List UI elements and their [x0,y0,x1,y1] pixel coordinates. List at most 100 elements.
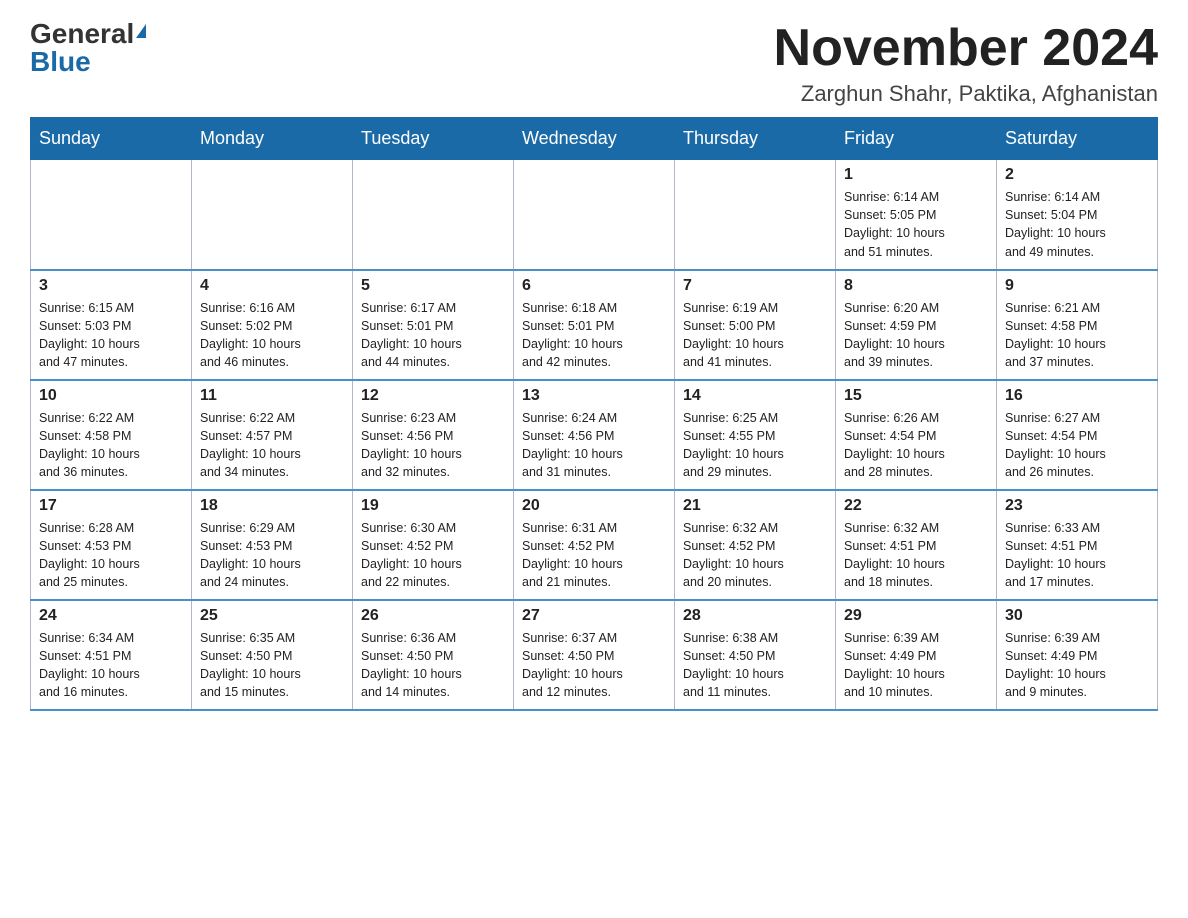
day-number: 12 [361,387,505,405]
day-number: 30 [1005,607,1149,625]
calendar-week-row: 17 Sunrise: 6:28 AM Sunset: 4:53 PM Dayli… [31,490,1158,600]
day-number: 7 [683,277,827,295]
month-title: November 2024 [774,20,1158,77]
calendar-cell: 29 Sunrise: 6:39 AM Sunset: 4:49 PM Dayli… [836,600,997,710]
day-sun-info: Sunrise: 6:27 AM Sunset: 4:54 PM Dayligh… [1005,409,1149,482]
calendar-cell: 9Sunrise: 6:21 AM Sunset: 4:58 PM Daylig… [997,270,1158,380]
calendar-cell: 12 Sunrise: 6:23 AM Sunset: 4:56 PM Dayli… [353,380,514,490]
calendar-cell: 22 Sunrise: 6:32 AM Sunset: 4:51 PM Dayli… [836,490,997,600]
calendar-week-row: 1 Sunrise: 6:14 AM Sunset: 5:05 PM Daylig… [31,160,1158,270]
calendar-cell: 17 Sunrise: 6:28 AM Sunset: 4:53 PM Dayli… [31,490,192,600]
day-number: 4 [200,277,344,295]
day-number: 29 [844,607,988,625]
calendar-cell [353,160,514,270]
day-sun-info: Sunrise: 6:22 AM Sunset: 4:58 PM Dayligh… [39,409,183,482]
day-sun-info: Sunrise: 6:36 AM Sunset: 4:50 PM Dayligh… [361,629,505,702]
day-sun-info: Sunrise: 6:37 AM Sunset: 4:50 PM Dayligh… [522,629,666,702]
calendar-cell: 3Sunrise: 6:15 AM Sunset: 5:03 PM Daylig… [31,270,192,380]
day-number: 1 [844,166,988,184]
day-sun-info: Sunrise: 6:18 AM Sunset: 5:01 PM Dayligh… [522,299,666,372]
day-number: 18 [200,497,344,515]
day-number: 21 [683,497,827,515]
day-sun-info: Sunrise: 6:38 AM Sunset: 4:50 PM Dayligh… [683,629,827,702]
day-sun-info: Sunrise: 6:19 AM Sunset: 5:00 PM Dayligh… [683,299,827,372]
header-monday: Monday [192,118,353,160]
logo-general-text: General [30,20,134,48]
day-number: 24 [39,607,183,625]
day-sun-info: Sunrise: 6:25 AM Sunset: 4:55 PM Dayligh… [683,409,827,482]
day-sun-info: Sunrise: 6:32 AM Sunset: 4:52 PM Dayligh… [683,519,827,592]
day-number: 20 [522,497,666,515]
page-header: General Blue November 2024 Zarghun Shahr… [30,20,1158,107]
header-thursday: Thursday [675,118,836,160]
calendar-cell: 18 Sunrise: 6:29 AM Sunset: 4:53 PM Dayli… [192,490,353,600]
calendar-cell: 10 Sunrise: 6:22 AM Sunset: 4:58 PM Dayli… [31,380,192,490]
header-friday: Friday [836,118,997,160]
day-number: 10 [39,387,183,405]
calendar-cell [192,160,353,270]
calendar-week-row: 24 Sunrise: 6:34 AM Sunset: 4:51 PM Dayli… [31,600,1158,710]
calendar-cell: 26 Sunrise: 6:36 AM Sunset: 4:50 PM Dayli… [353,600,514,710]
calendar-cell: 30Sunrise: 6:39 AM Sunset: 4:49 PM Dayli… [997,600,1158,710]
day-number: 16 [1005,387,1149,405]
header-sunday: Sunday [31,118,192,160]
calendar-cell: 27 Sunrise: 6:37 AM Sunset: 4:50 PM Dayli… [514,600,675,710]
calendar-cell: 11Sunrise: 6:22 AM Sunset: 4:57 PM Dayli… [192,380,353,490]
day-number: 25 [200,607,344,625]
day-sun-info: Sunrise: 6:14 AM Sunset: 5:04 PM Dayligh… [1005,188,1149,261]
day-number: 14 [683,387,827,405]
logo-triangle-icon [136,24,146,38]
day-sun-info: Sunrise: 6:39 AM Sunset: 4:49 PM Dayligh… [844,629,988,702]
header-wednesday: Wednesday [514,118,675,160]
day-sun-info: Sunrise: 6:31 AM Sunset: 4:52 PM Dayligh… [522,519,666,592]
title-block: November 2024 Zarghun Shahr, Paktika, Af… [774,20,1158,107]
calendar-cell [31,160,192,270]
day-sun-info: Sunrise: 6:22 AM Sunset: 4:57 PM Dayligh… [200,409,344,482]
day-number: 6 [522,277,666,295]
day-sun-info: Sunrise: 6:28 AM Sunset: 4:53 PM Dayligh… [39,519,183,592]
day-sun-info: Sunrise: 6:33 AM Sunset: 4:51 PM Dayligh… [1005,519,1149,592]
day-sun-info: Sunrise: 6:20 AM Sunset: 4:59 PM Dayligh… [844,299,988,372]
day-number: 28 [683,607,827,625]
calendar-cell: 4 Sunrise: 6:16 AM Sunset: 5:02 PM Daylig… [192,270,353,380]
day-sun-info: Sunrise: 6:35 AM Sunset: 4:50 PM Dayligh… [200,629,344,702]
day-sun-info: Sunrise: 6:34 AM Sunset: 4:51 PM Dayligh… [39,629,183,702]
calendar-cell: 7 Sunrise: 6:19 AM Sunset: 5:00 PM Daylig… [675,270,836,380]
day-sun-info: Sunrise: 6:23 AM Sunset: 4:56 PM Dayligh… [361,409,505,482]
calendar-cell: 14 Sunrise: 6:25 AM Sunset: 4:55 PM Dayli… [675,380,836,490]
day-sun-info: Sunrise: 6:29 AM Sunset: 4:53 PM Dayligh… [200,519,344,592]
day-number: 9 [1005,277,1149,295]
day-number: 3 [39,277,183,295]
day-number: 23 [1005,497,1149,515]
calendar-cell: 8 Sunrise: 6:20 AM Sunset: 4:59 PM Daylig… [836,270,997,380]
day-number: 27 [522,607,666,625]
day-number: 15 [844,387,988,405]
calendar-cell: 19Sunrise: 6:30 AM Sunset: 4:52 PM Dayli… [353,490,514,600]
day-number: 5 [361,277,505,295]
calendar-cell: 21 Sunrise: 6:32 AM Sunset: 4:52 PM Dayli… [675,490,836,600]
calendar-table: SundayMondayTuesdayWednesdayThursdayFrid… [30,117,1158,711]
day-number: 22 [844,497,988,515]
day-number: 2 [1005,166,1149,184]
day-sun-info: Sunrise: 6:32 AM Sunset: 4:51 PM Dayligh… [844,519,988,592]
location-subtitle: Zarghun Shahr, Paktika, Afghanistan [774,81,1158,107]
calendar-header-row: SundayMondayTuesdayWednesdayThursdayFrid… [31,118,1158,160]
calendar-week-row: 3Sunrise: 6:15 AM Sunset: 5:03 PM Daylig… [31,270,1158,380]
calendar-cell: 25 Sunrise: 6:35 AM Sunset: 4:50 PM Dayli… [192,600,353,710]
calendar-week-row: 10 Sunrise: 6:22 AM Sunset: 4:58 PM Dayli… [31,380,1158,490]
calendar-cell [514,160,675,270]
calendar-cell: 6 Sunrise: 6:18 AM Sunset: 5:01 PM Daylig… [514,270,675,380]
calendar-cell [675,160,836,270]
day-number: 26 [361,607,505,625]
day-number: 8 [844,277,988,295]
logo-blue-text: Blue [30,48,91,76]
day-sun-info: Sunrise: 6:16 AM Sunset: 5:02 PM Dayligh… [200,299,344,372]
day-sun-info: Sunrise: 6:30 AM Sunset: 4:52 PM Dayligh… [361,519,505,592]
day-number: 17 [39,497,183,515]
day-sun-info: Sunrise: 6:26 AM Sunset: 4:54 PM Dayligh… [844,409,988,482]
calendar-cell: 28 Sunrise: 6:38 AM Sunset: 4:50 PM Dayli… [675,600,836,710]
calendar-cell: 15 Sunrise: 6:26 AM Sunset: 4:54 PM Dayli… [836,380,997,490]
calendar-cell: 13Sunrise: 6:24 AM Sunset: 4:56 PM Dayli… [514,380,675,490]
day-sun-info: Sunrise: 6:14 AM Sunset: 5:05 PM Dayligh… [844,188,988,261]
calendar-cell: 23 Sunrise: 6:33 AM Sunset: 4:51 PM Dayli… [997,490,1158,600]
